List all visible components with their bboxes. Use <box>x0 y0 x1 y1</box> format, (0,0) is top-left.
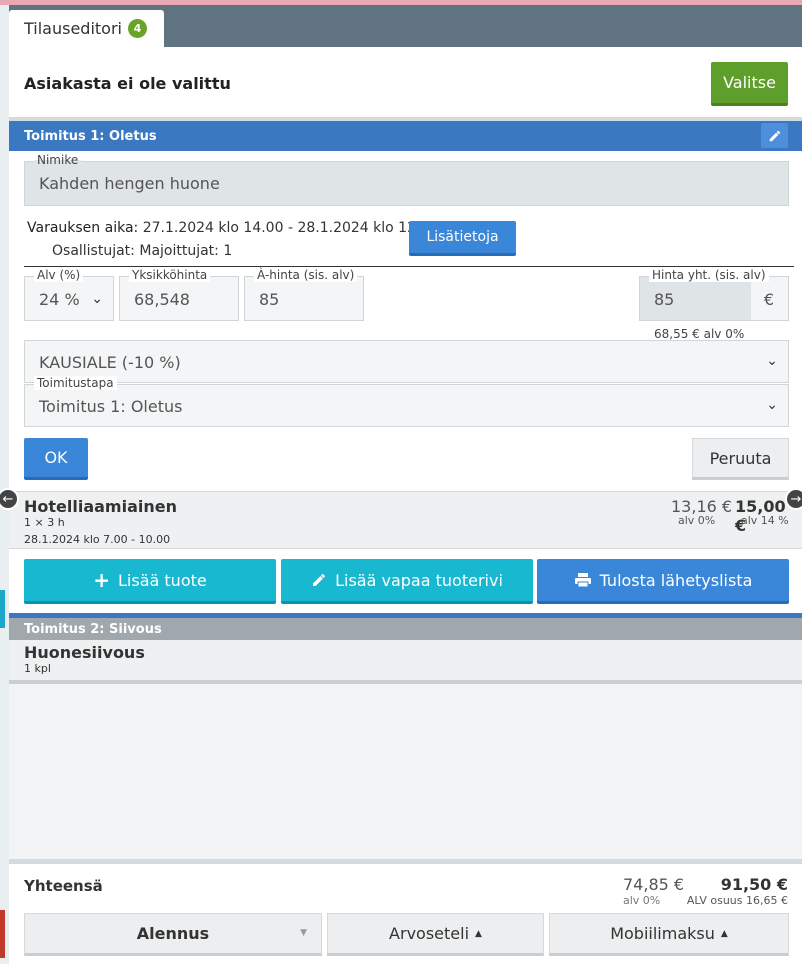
unit-price-field[interactable]: Yksikköhinta 68,548 <box>119 268 239 321</box>
tab-count-badge: 4 <box>127 19 147 38</box>
total-price-vat-free: 68,55 € alv 0% <box>654 327 745 341</box>
print-list-button[interactable]: Tulosta lähetyslista <box>537 559 789 604</box>
item-name-label: Nimike <box>34 153 82 167</box>
total-gross: 91,50 € <box>720 875 788 894</box>
total-net: 74,85 € <box>623 875 685 894</box>
edit-delivery-button[interactable] <box>761 123 788 148</box>
caret-down-icon: ▼ <box>300 928 307 938</box>
action-bar: + Lisää tuote Lisää vapaa tuoterivi Tulo… <box>9 549 802 613</box>
caret-up-icon: ▲ <box>720 928 728 939</box>
discount-select[interactable]: KAUSIALE (-10 %) ⌄ <box>24 340 789 383</box>
row-price-net-note: alv 0% <box>678 514 716 527</box>
add-product-button[interactable]: + Lisää tuote <box>24 559 276 604</box>
chevron-down-icon: ⌄ <box>91 291 103 307</box>
row-price-gross-note: alv 14 % <box>741 514 789 527</box>
order-editor-panel: Asiakasta ei ole valittu Valitse Toimitu… <box>9 47 802 964</box>
totals-label: Yhteensä <box>24 877 103 895</box>
item-name-field[interactable]: Nimike Kahden hengen huone <box>24 153 789 206</box>
select-customer-button[interactable]: Valitse <box>711 62 788 106</box>
total-vat-note: ALV osuus 16,65 € <box>686 894 788 907</box>
row-quantity: 1 kpl <box>24 662 51 675</box>
arrow-right-icon[interactable]: → <box>785 488 802 510</box>
order-row[interactable]: Huonesiivous 1 kpl <box>9 640 802 684</box>
row-edit-form: Nimike Kahden hengen huone Varauksen aik… <box>9 151 802 491</box>
participants: Osallistujat: Majoittujat: 1 <box>52 243 233 259</box>
vat-label: Alv (%) <box>34 268 84 282</box>
tab-order-editor[interactable]: Tilauseditori 4 <box>9 10 164 47</box>
delivery-method-value: Toimitus 1: Oletus <box>39 397 183 416</box>
vat-select[interactable]: Alv (%) 24 % ⌄ <box>24 268 114 321</box>
total-price-value: 85 <box>654 290 675 309</box>
row-quantity: 1 × 3 h <box>24 516 65 529</box>
row-name: Huonesiivous <box>24 643 145 662</box>
total-price-label: Hinta yht. (sis. alv) <box>649 268 769 282</box>
tab-title: Tilauseditori <box>24 19 122 38</box>
total-price-field[interactable]: Hinta yht. (sis. alv) 85 € <box>639 268 789 321</box>
add-free-row-button[interactable]: Lisää vapaa tuoterivi <box>281 559 533 604</box>
customer-bar: Asiakasta ei ole valittu Valitse <box>9 47 802 117</box>
reservation-time: Varauksen aika: 27.1.2024 klo 14.00 - 28… <box>27 220 439 236</box>
currency-symbol: € <box>763 290 774 309</box>
each-price-field[interactable]: À-hinta (sis. alv) 85 <box>244 268 364 321</box>
each-price-label: À-hinta (sis. alv) <box>254 268 358 282</box>
unit-price-value: 68,548 <box>134 290 190 309</box>
discount-value: KAUSIALE (-10 %) <box>39 353 181 372</box>
caret-up-icon: ▲ <box>475 928 482 939</box>
delivery-method-select[interactable]: Toimitustapa Toimitus 1: Oletus ⌄ <box>24 376 789 427</box>
plus-icon: + <box>93 568 111 592</box>
ok-button[interactable]: OK <box>24 438 88 480</box>
mobile-payment-button[interactable]: Mobiilimaksu ▲ <box>549 913 789 956</box>
totals-bar: Yhteensä 74,85 € alv 0% 91,50 € ALV osuu… <box>9 864 802 964</box>
each-price-value: 85 <box>259 290 280 309</box>
cancel-button[interactable]: Peruuta <box>692 438 789 480</box>
unit-price-label: Yksikköhinta <box>129 268 211 282</box>
chevron-down-icon: ⌄ <box>766 397 778 413</box>
pencil-icon <box>769 130 780 141</box>
delivery-1-title: Toimitus 1: Oletus <box>24 129 157 144</box>
order-row[interactable]: Hotelliaamiainen 1 × 3 h 28.1.2024 klo 7… <box>9 491 802 549</box>
participants-value: Majoittujat: 1 <box>139 243 233 259</box>
delivery-method-label: Toimitustapa <box>34 376 117 390</box>
discount-button[interactable]: Alennus ▼ <box>24 913 322 956</box>
customer-title: Asiakasta ei ole valittu <box>24 74 231 93</box>
pencil-icon <box>313 574 326 586</box>
reservation-time-value: 27.1.2024 klo 14.00 - 28.1.2024 klo 12.0… <box>142 220 439 236</box>
delivery-2-header[interactable]: Toimitus 2: Siivous <box>9 618 802 640</box>
voucher-button[interactable]: Arvoseteli ▲ <box>327 913 544 956</box>
delivery-2-title: Toimitus 2: Siivous <box>24 622 162 637</box>
background-window-edge <box>0 5 9 964</box>
more-info-button[interactable]: Lisätietoja <box>409 221 516 256</box>
delivery-1-header: Toimitus 1: Oletus <box>9 121 802 151</box>
printer-icon <box>574 573 591 588</box>
vat-value: 24 % <box>39 290 80 309</box>
chevron-down-icon: ⌄ <box>766 353 778 369</box>
row-date: 28.1.2024 klo 7.00 - 10.00 <box>24 533 171 546</box>
item-name-value: Kahden hengen huone <box>39 174 220 193</box>
row-name: Hotelliaamiainen <box>24 497 177 516</box>
total-net-note: alv 0% <box>623 894 661 907</box>
